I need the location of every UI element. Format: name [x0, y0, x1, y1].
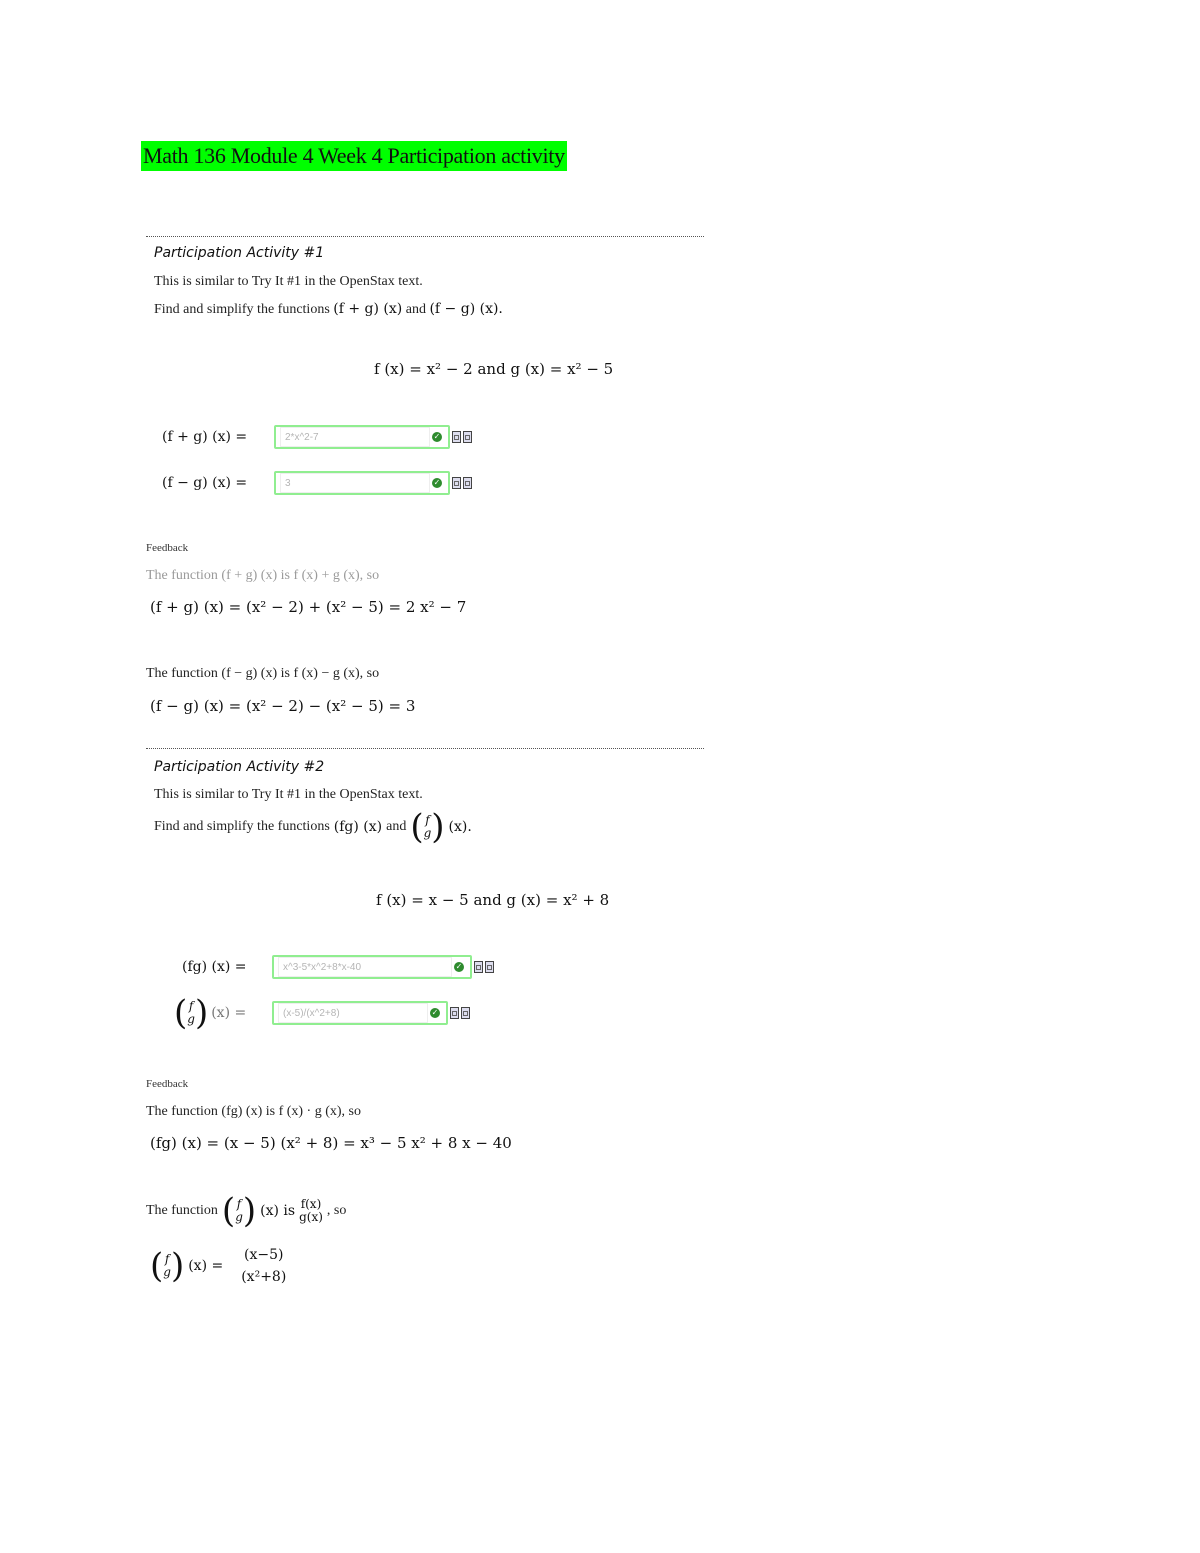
check-icon: ✓ [432, 432, 442, 442]
answer-row: (f − g) (x) = ✓ [162, 471, 472, 495]
answer-box: ✓ [274, 425, 450, 449]
answer-label: (fg) (x) = [174, 993, 247, 1033]
feedback-label: Feedback [146, 1078, 189, 1090]
f-over-g-symbol: (f g) [410, 807, 445, 847]
answer-box: ✓ [272, 1001, 448, 1025]
instruction-expr: (f − g) (x). [429, 301, 503, 317]
answer-box: ✓ [272, 955, 472, 979]
given-functions: f (x) = x − 5 and g (x) = x² + 8 [376, 891, 610, 909]
preview-icon[interactable] [450, 1007, 459, 1019]
feedback-label: Feedback [146, 542, 189, 554]
instruction-prefix: Find and simplify the functions [154, 302, 330, 317]
answer-row: (fg) (x) = ✓ [182, 955, 494, 979]
feedback-statement: The function (f + g) (x) is f (x) + g (x… [146, 568, 380, 583]
document-title: Math 136 Module 4 Week 4 Participation a… [141, 141, 567, 171]
instruction-and: and [386, 819, 407, 834]
section-divider [146, 748, 704, 749]
section-divider [146, 236, 704, 237]
answer-row: (fg) (x) = ✓ [174, 996, 470, 1030]
preview-icon[interactable] [452, 431, 461, 443]
answer-history-icon[interactable] [463, 477, 472, 489]
answer-input-f-plus-g[interactable] [280, 427, 430, 447]
feedback-work: (fg) (x) = (x − 5) (x² + 8) = x³ − 5 x² … [150, 1134, 512, 1152]
instruction-expr: (x). [448, 819, 472, 835]
answer-label: (f − g) (x) = [162, 475, 248, 491]
instruction-expr: (f + g) (x) [333, 301, 403, 317]
instruction-expr: (fg) (x) [333, 819, 383, 835]
f-over-g-symbol: (f g) [221, 1191, 257, 1231]
feedback-work: (f − g) (x) = (x² − 2) − (x² − 5) = 3 [150, 697, 416, 715]
fraction: (x−5) (x²+8) [241, 1247, 287, 1285]
instruction-prefix: Find and simplify the functions [154, 819, 330, 834]
answer-label: (f + g) (x) = [162, 429, 248, 445]
activity-intro: This is similar to Try It #1 in the Open… [154, 787, 423, 802]
answer-input-fg[interactable] [278, 957, 452, 977]
answer-box: ✓ [274, 471, 450, 495]
feedback-statement: The function (fg) (x) is f (x) · g (x), … [146, 1104, 361, 1119]
answer-history-icon[interactable] [461, 1007, 470, 1019]
preview-icon[interactable] [474, 961, 483, 973]
instruction-and: and [405, 302, 426, 317]
answer-label: (fg) (x) = [182, 959, 247, 975]
f-over-g-symbol: (f g) [150, 1246, 185, 1286]
activity-heading: Participation Activity #1 [154, 245, 325, 261]
feedback-statement: The function (f g) (x) is f(x) g(x) , so [146, 1191, 347, 1231]
feedback-statement: The function (f − g) (x) is f (x) − g (x… [146, 666, 380, 681]
activity-instruction: Find and simplify the functions (f + g) … [154, 301, 503, 318]
check-icon: ✓ [454, 962, 464, 972]
fraction: f(x) g(x) [299, 1197, 323, 1224]
answer-history-icon[interactable] [463, 431, 472, 443]
f-over-g-symbol: (f g) [174, 993, 209, 1033]
check-icon: ✓ [430, 1008, 440, 1018]
answer-history-icon[interactable] [485, 961, 494, 973]
feedback-work: (f + g) (x) = (x² − 2) + (x² − 5) = 2 x²… [150, 598, 467, 616]
answer-input-f-over-g[interactable] [278, 1003, 428, 1023]
activity-instruction: Find and simplify the functions (fg) (x)… [154, 810, 472, 844]
feedback-work: (f g) (x) = (x−5) (x²+8) [150, 1246, 287, 1286]
preview-icon[interactable] [452, 477, 461, 489]
activity-heading: Participation Activity #2 [154, 759, 325, 775]
given-functions: f (x) = x² − 2 and g (x) = x² − 5 [374, 360, 614, 378]
check-icon: ✓ [432, 478, 442, 488]
answer-input-f-minus-g[interactable] [280, 473, 430, 493]
answer-row: (f + g) (x) = ✓ [162, 425, 472, 449]
activity-intro: This is similar to Try It #1 in the Open… [154, 274, 423, 289]
